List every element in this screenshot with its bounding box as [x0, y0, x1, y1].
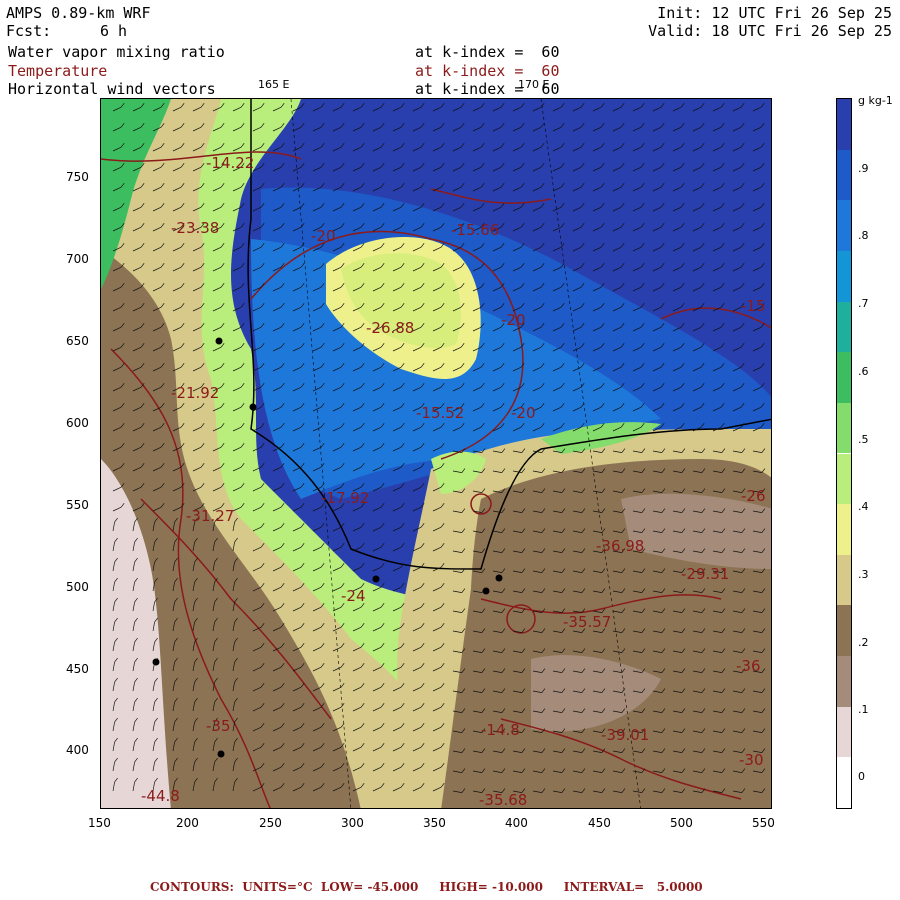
contour-info-footer: CONTOURS: UNITS=°C LOW= -45.000 HIGH= -1…: [150, 880, 703, 894]
station-marker: [249, 403, 257, 411]
longitude-label-170e: 170 E: [518, 78, 550, 91]
y-tick-label: 500: [66, 580, 89, 594]
contour-label: -15.52: [416, 404, 465, 422]
map-plot: -14.22 -23.38 -20 -15.66 -26.88 -20 -15.…: [100, 98, 772, 809]
colorbar-segment: [837, 250, 851, 302]
y-tick-label: 650: [66, 334, 89, 348]
contour-label: -39.01: [601, 726, 650, 744]
colorbar-label: .8: [858, 229, 869, 242]
contour-label: -20: [501, 311, 526, 329]
field-name-wind: Horizontal wind vectors: [8, 80, 216, 98]
longitude-label-165e: 165 E: [258, 78, 290, 91]
forecast-value: 6 h: [100, 22, 128, 40]
colorbar-segment: [837, 656, 851, 707]
colorbar-segment: [837, 757, 851, 808]
field-name-water-vapor: Water vapor mixing ratio: [8, 43, 225, 61]
y-tick-label: 450: [66, 662, 89, 676]
colorbar-segment: [837, 352, 851, 403]
contour-label: -21.92: [171, 384, 220, 402]
contour-label: -14.22: [206, 154, 255, 172]
colorbar-label: .9: [858, 162, 869, 175]
colorbar-segment: [837, 200, 851, 251]
contour-label: -20: [311, 227, 336, 245]
x-tick-label: 300: [341, 816, 364, 830]
station-marker: [372, 575, 380, 583]
field-name-temperature: Temperature: [8, 62, 108, 80]
forecast-label: Fcst:: [6, 22, 52, 40]
contour-label: -24: [341, 587, 366, 605]
contour-label: -29.31: [681, 565, 730, 583]
station-marker: [152, 658, 160, 666]
contour-label: -31.27: [186, 507, 235, 525]
contour-label: -17.92: [321, 489, 370, 507]
colorbar-label: .7: [858, 297, 869, 310]
station-marker: [482, 587, 490, 595]
colorbar-label: .5: [858, 433, 869, 446]
colorbar-segment: [837, 504, 851, 555]
init-time: Init: 12 UTC Fri 26 Sep 25: [657, 4, 892, 22]
colorbar-unit: g kg-1: [858, 94, 893, 107]
colorbar-label: 0: [858, 770, 865, 783]
colorbar-segment: [837, 554, 851, 606]
contour-label: -23.38: [171, 219, 220, 237]
y-tick-label: 700: [66, 252, 89, 266]
field-level-water-vapor: at k-index = 60: [415, 43, 560, 61]
contour-label: -30: [739, 751, 764, 769]
y-tick-label: 750: [66, 170, 89, 184]
colorbar-segment: [837, 99, 851, 150]
colorbar-segment: [837, 706, 851, 758]
colorbar-segment: [837, 605, 851, 657]
colorbar-segment: [837, 402, 851, 454]
y-tick-label: 600: [66, 416, 89, 430]
x-tick-label: 350: [423, 816, 446, 830]
model-title: AMPS 0.89-km WRF: [6, 4, 151, 22]
x-tick-label: 150: [88, 816, 111, 830]
contour-label: -36.98: [596, 537, 645, 555]
y-tick-label: 400: [66, 743, 89, 757]
contour-label: -44.8: [141, 787, 180, 805]
station-marker: [495, 574, 503, 582]
colorbar-label: .3: [858, 568, 869, 581]
x-tick-label: 550: [752, 816, 775, 830]
colorbar-segment: [837, 149, 851, 201]
contour-label: -26: [741, 487, 766, 505]
contour-label: -35.68: [479, 791, 528, 809]
colorbar-label: .4: [858, 500, 869, 513]
station-marker: [215, 337, 223, 345]
y-tick-label: 550: [66, 498, 89, 512]
colorbar-label: .2: [858, 636, 869, 649]
station-marker: [217, 750, 225, 758]
contour-label: -35.57: [563, 613, 612, 631]
x-tick-label: 450: [588, 816, 611, 830]
contour-label: -26.88: [366, 319, 415, 337]
x-tick-label: 500: [670, 816, 693, 830]
map-canvas: [101, 99, 771, 808]
colorbar-label: .1: [858, 703, 869, 716]
colorbar-label: .6: [858, 365, 869, 378]
contour-label: -35: [206, 717, 231, 735]
contour-label: -14.8: [481, 721, 520, 739]
valid-time: Valid: 18 UTC Fri 26 Sep 25: [648, 22, 892, 40]
x-tick-label: 400: [505, 816, 528, 830]
x-tick-label: 200: [176, 816, 199, 830]
contour-label: -15: [741, 297, 766, 315]
colorbar-segment: [837, 301, 851, 353]
contour-label: -36: [736, 657, 761, 675]
x-tick-label: 250: [259, 816, 282, 830]
contour-label: -15.66: [451, 221, 500, 239]
contour-label: -20: [511, 404, 536, 422]
colorbar: [836, 98, 852, 809]
colorbar-segment: [837, 453, 851, 505]
